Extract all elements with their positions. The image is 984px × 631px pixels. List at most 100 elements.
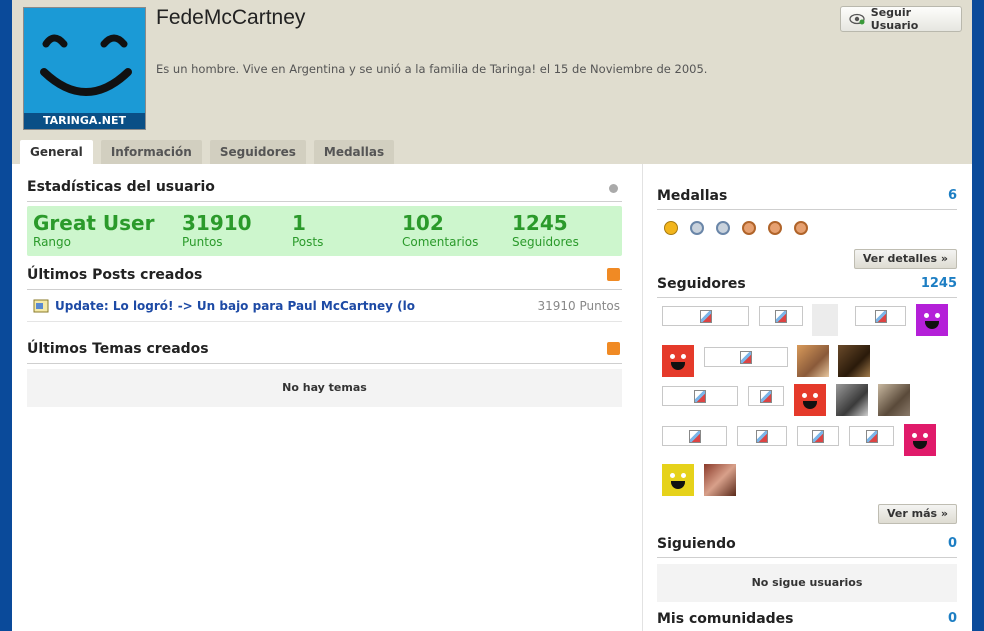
stat-seguidores: 1245 Seguidores xyxy=(512,212,612,250)
broken-image-icon xyxy=(874,310,887,323)
medals-count[interactable]: 6 xyxy=(948,182,957,210)
no-following-message: No sigue usuarios xyxy=(657,564,957,602)
silver-medal-icon[interactable] xyxy=(690,221,704,235)
avatar-eye xyxy=(912,433,917,438)
smiley-face-icon xyxy=(40,34,132,96)
follower-avatar[interactable] xyxy=(904,424,936,456)
bronze-medal-icon[interactable] xyxy=(768,221,782,235)
profile-header: TARINGA.NET FedeMcCartney Es un hombre. … xyxy=(12,0,972,164)
tab-informacion[interactable]: Información xyxy=(100,140,202,164)
medals-section-title: Medallas 6 xyxy=(657,182,957,210)
follower-avatar[interactable] xyxy=(662,306,749,326)
stats-section-title: Estadísticas del usuario xyxy=(27,172,622,202)
stat-seguidores-value: 1245 xyxy=(512,211,568,235)
follower-avatar[interactable] xyxy=(704,347,788,367)
avatar[interactable]: TARINGA.NET xyxy=(23,7,146,130)
follower-avatar[interactable] xyxy=(662,426,727,446)
post-title-link[interactable]: Update: Lo logró! -> Un bajo para Paul M… xyxy=(55,299,415,313)
stats-title-text: Estadísticas del usuario xyxy=(27,179,215,195)
bronze-medal-icon[interactable] xyxy=(794,221,808,235)
stat-puntos-label: Puntos xyxy=(182,235,223,249)
stat-posts: 1 Posts xyxy=(292,212,402,250)
tab-medallas[interactable]: Medallas xyxy=(313,140,395,164)
follow-user-button[interactable]: Seguir Usuario xyxy=(840,6,962,32)
follower-avatar[interactable] xyxy=(838,345,870,377)
communities-section-title: Mis comunidades 0 xyxy=(657,606,957,631)
stats-panel: Great User Rango 31910 Puntos 1 Posts 10… xyxy=(27,206,622,256)
follower-avatar[interactable] xyxy=(662,345,694,377)
stat-comentarios: 102 Comentarios xyxy=(402,212,512,250)
stat-rango-label: Rango xyxy=(33,235,71,249)
profile-tabs: General Información Seguidores Medallas xyxy=(20,140,395,164)
follow-user-label: Seguir Usuario xyxy=(870,6,919,32)
follower-avatar[interactable] xyxy=(797,345,829,377)
follower-avatar[interactable] xyxy=(704,464,736,496)
topics-title-text: Últimos Temas creados xyxy=(27,341,209,357)
no-topics-message: No hay temas xyxy=(27,369,622,407)
avatar-eye xyxy=(813,393,818,398)
rss-icon[interactable] xyxy=(607,342,620,355)
stat-comentarios-label: Comentarios xyxy=(402,235,479,249)
follower-avatar[interactable] xyxy=(855,306,906,326)
rss-icon[interactable] xyxy=(607,268,620,281)
username: FedeMcCartney xyxy=(156,6,306,29)
follower-avatar[interactable] xyxy=(878,384,910,416)
bronze-medal-icon[interactable] xyxy=(742,221,756,235)
following-count[interactable]: 0 xyxy=(948,530,957,558)
follower-avatar[interactable] xyxy=(737,426,787,446)
medals-details-button[interactable]: Ver detalles » xyxy=(853,249,957,269)
broken-image-icon xyxy=(865,430,878,443)
avatar-eye xyxy=(923,433,928,438)
follower-avatar[interactable] xyxy=(849,426,894,446)
broken-image-icon xyxy=(699,310,712,323)
broken-image-icon xyxy=(756,430,768,443)
follower-avatar[interactable] xyxy=(662,464,694,496)
page-frame: TARINGA.NET FedeMcCartney Es un hombre. … xyxy=(12,0,972,631)
posts-title-text: Últimos Posts creados xyxy=(27,267,203,283)
follower-avatar[interactable] xyxy=(797,426,839,446)
broken-image-icon xyxy=(760,390,772,403)
avatar-mouth xyxy=(671,481,685,489)
broken-image-icon xyxy=(812,430,824,443)
follower-avatar[interactable] xyxy=(794,384,826,416)
avatar-mouth xyxy=(913,441,927,449)
follower-avatar[interactable] xyxy=(836,384,868,416)
medals-list: Ver detalles » xyxy=(657,210,957,270)
follower-avatar[interactable] xyxy=(812,304,838,336)
silver-medal-icon[interactable] xyxy=(716,221,730,235)
follower-avatar[interactable] xyxy=(662,386,738,406)
follower-avatar[interactable] xyxy=(916,304,948,336)
followers-grid: Ver más » xyxy=(657,298,957,530)
tab-general[interactable]: General xyxy=(20,140,93,164)
avatar-eye xyxy=(935,313,940,318)
broken-image-icon xyxy=(694,390,706,403)
stat-posts-label: Posts xyxy=(292,235,324,249)
followers-section-title: Seguidores 1245 xyxy=(657,270,957,298)
communities-count[interactable]: 0 xyxy=(948,606,957,631)
avatar-eye xyxy=(670,354,675,359)
avatar-eye xyxy=(681,473,686,478)
followers-title-text: Seguidores xyxy=(657,276,746,292)
avatar-eye xyxy=(802,393,807,398)
column-divider xyxy=(642,164,643,631)
stat-comentarios-value: 102 xyxy=(402,211,444,235)
user-bio: Es un hombre. Vive en Argentina y se uni… xyxy=(156,62,708,76)
avatar-mouth xyxy=(671,362,685,370)
eye-icon xyxy=(849,13,865,25)
sidebar-column: Medallas 6 Ver detalles » Seguidores 124… xyxy=(657,164,957,631)
stat-seguidores-label: Seguidores xyxy=(512,235,579,249)
tab-seguidores[interactable]: Seguidores xyxy=(209,140,306,164)
followers-more-button[interactable]: Ver más » xyxy=(878,504,957,524)
communities-title-text: Mis comunidades xyxy=(657,611,794,627)
follower-avatar[interactable] xyxy=(748,386,784,406)
following-section-title: Siguiendo 0 xyxy=(657,530,957,558)
post-row[interactable]: Update: Lo logró! -> Un bajo para Paul M… xyxy=(27,290,622,322)
stat-rango-value: Great User xyxy=(33,211,155,235)
main-column: Estadísticas del usuario Great User Rang… xyxy=(27,164,622,407)
followers-count[interactable]: 1245 xyxy=(921,270,957,298)
status-dot-icon xyxy=(609,184,618,193)
gold-medal-icon[interactable] xyxy=(664,221,678,235)
broken-image-icon xyxy=(740,351,752,364)
follower-avatar[interactable] xyxy=(759,306,803,326)
following-title-text: Siguiendo xyxy=(657,536,736,552)
